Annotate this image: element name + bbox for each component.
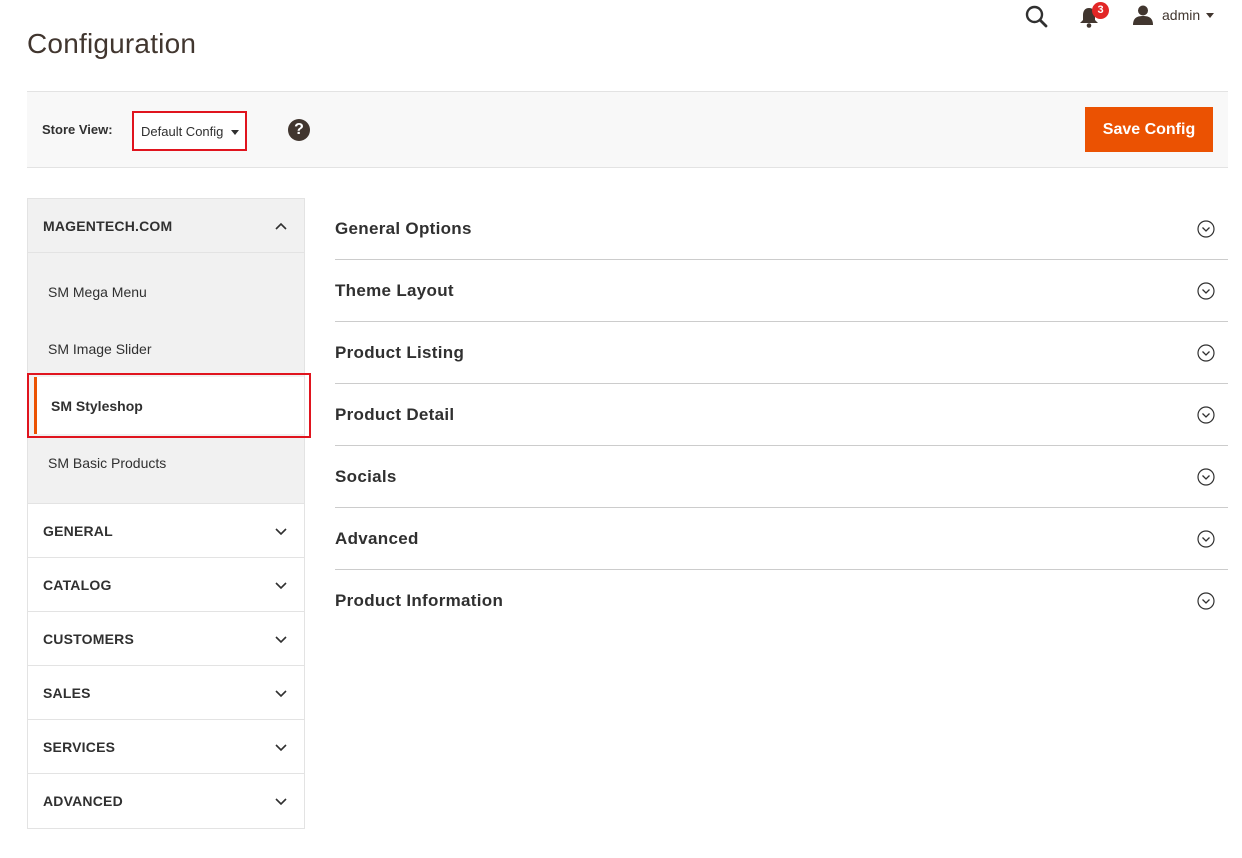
sidebar-group-catalog[interactable]: CATALOG	[28, 558, 304, 612]
section-title: General Options	[335, 218, 472, 238]
store-switcher-bar: Store View: Default Config ? Save Config	[27, 91, 1228, 168]
section-product-information[interactable]: Product Information	[335, 570, 1228, 632]
caret-down-icon	[1206, 12, 1215, 18]
sidebar-group-customers[interactable]: CUSTOMERS	[28, 612, 304, 666]
section-general-options[interactable]: General Options	[335, 198, 1228, 260]
config-sections: General Options Theme Layout Product Lis…	[335, 198, 1228, 632]
sidebar-group-title: CUSTOMERS	[43, 630, 134, 647]
chevron-down-icon	[275, 635, 287, 643]
store-view-select[interactable]: Default Config	[132, 111, 247, 151]
chevron-down-icon	[275, 581, 287, 589]
sidebar-group-services[interactable]: SERVICES	[28, 720, 304, 774]
config-sidebar: MAGENTECH.COM SM Mega Menu SM Image Slid…	[27, 198, 311, 829]
save-config-button[interactable]: Save Config	[1085, 107, 1213, 152]
sidebar-group-title: SERVICES	[43, 738, 116, 755]
section-theme-layout[interactable]: Theme Layout	[335, 260, 1228, 322]
sidebar-group-advanced[interactable]: ADVANCED	[28, 774, 304, 828]
section-advanced[interactable]: Advanced	[335, 508, 1228, 570]
expand-circle-icon	[1197, 529, 1215, 548]
help-icon[interactable]: ?	[288, 119, 310, 141]
section-title: Theme Layout	[335, 280, 454, 300]
sidebar-item-label: SM Styleshop	[51, 397, 143, 414]
sidebar-group-title: CATALOG	[43, 576, 112, 593]
sidebar-group-title: GENERAL	[43, 522, 113, 539]
expand-circle-icon	[1197, 343, 1215, 362]
sidebar-group-title: ADVANCED	[43, 793, 123, 809]
store-view-selected-value: Default Config	[141, 123, 224, 139]
user-name: admin	[1162, 7, 1201, 23]
section-title: Advanced	[335, 528, 419, 548]
chevron-up-icon	[275, 222, 287, 230]
expand-circle-icon	[1197, 219, 1215, 238]
chevron-down-icon	[275, 798, 287, 806]
store-view-label: Store View:	[42, 122, 113, 137]
sidebar-group-title: SALES	[43, 684, 91, 701]
search-icon[interactable]	[1024, 4, 1050, 30]
admin-user-menu[interactable]: admin	[1132, 2, 1215, 28]
chevron-down-icon	[275, 743, 287, 751]
sidebar-item-sm-image-slider[interactable]: SM Image Slider	[28, 320, 304, 377]
expand-circle-icon	[1197, 281, 1215, 300]
sidebar-group-general[interactable]: GENERAL	[28, 504, 304, 558]
section-title: Socials	[335, 466, 397, 486]
sidebar-item-sm-basic-products[interactable]: SM Basic Products	[28, 434, 304, 491]
chevron-down-icon	[275, 689, 287, 697]
sidebar-group-title: MAGENTECH.COM	[43, 217, 173, 234]
sidebar-item-sm-styleshop[interactable]: SM Styleshop	[27, 373, 311, 438]
chevron-down-icon	[275, 527, 287, 535]
user-icon	[1133, 5, 1153, 25]
section-title: Product Detail	[335, 404, 455, 424]
expand-circle-icon	[1197, 592, 1215, 610]
caret-down-icon	[231, 130, 239, 135]
page-title: Configuration	[27, 28, 197, 59]
expand-circle-icon	[1197, 467, 1215, 486]
expand-circle-icon	[1197, 405, 1215, 424]
section-title: Product Listing	[335, 342, 465, 362]
sidebar-group-magentech[interactable]: MAGENTECH.COM	[28, 199, 304, 253]
sidebar-item-sm-mega-menu[interactable]: SM Mega Menu	[28, 263, 304, 320]
section-title: Product Information	[335, 591, 504, 610]
sidebar-group-items: SM Mega Menu SM Image Slider SM Stylesho…	[27, 253, 311, 504]
section-socials[interactable]: Socials	[335, 446, 1228, 508]
notifications-button[interactable]: 3	[1078, 2, 1110, 30]
section-product-detail[interactable]: Product Detail	[335, 384, 1228, 446]
section-product-listing[interactable]: Product Listing	[335, 322, 1228, 384]
sidebar-group-sales[interactable]: SALES	[28, 666, 304, 720]
notification-count-badge: 3	[1092, 2, 1109, 19]
